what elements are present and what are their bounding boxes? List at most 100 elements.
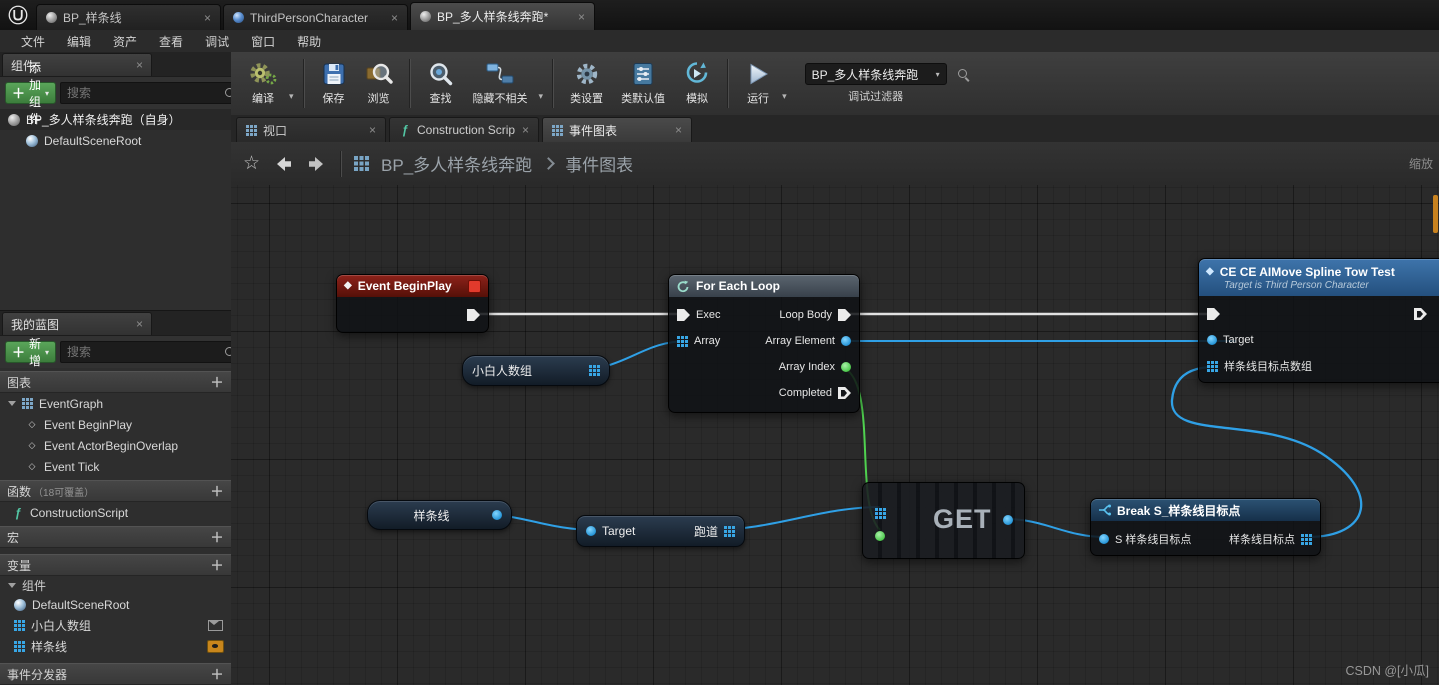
array-out-pin[interactable] [724, 525, 735, 537]
component-item-defaultsceneroot[interactable]: DefaultSceneRoot [0, 130, 231, 151]
add-graph-icon[interactable]: ＋ [210, 376, 224, 389]
category-components[interactable]: 组件 [0, 576, 231, 594]
chevron-down-icon[interactable]: ▾ [537, 91, 546, 102]
close-icon[interactable]: × [391, 12, 398, 24]
exec-in-pin[interactable] [1207, 308, 1220, 320]
my-blueprint-search-input[interactable] [65, 344, 225, 360]
breadcrumb-blueprint[interactable]: BP_多人样条线奔跑 [381, 151, 532, 176]
list-item-event-beginplay[interactable]: ◇ Event BeginPlay [0, 414, 231, 435]
object-out-pin[interactable] [492, 510, 502, 520]
node-var-pawn-array[interactable]: 小白人数组 [462, 355, 610, 386]
struct-in-pin[interactable] [1099, 534, 1109, 544]
node-break-struct[interactable]: Break S_样条线目标点 S 样条线目标点 样条线目标点 [1090, 498, 1321, 556]
section-functions[interactable]: 函数 （18可覆盖） ＋ [0, 480, 231, 502]
find-button[interactable]: 查找 [418, 59, 464, 108]
section-event-dispatchers[interactable]: 事件分发器 ＋ [0, 663, 231, 685]
debug-search-icon[interactable] [957, 68, 970, 81]
close-icon[interactable]: × [204, 12, 211, 24]
list-item-event-actorbeginoverlap[interactable]: ◇ Event ActorBeginOverlap [0, 435, 231, 456]
components-search-input[interactable] [65, 85, 225, 101]
loop-body-exec-pin[interactable] [838, 309, 851, 321]
graph-canvas[interactable]: ◆ Event BeginPlay For Each Loop Exec Loo… [231, 185, 1439, 685]
public-eye-icon[interactable] [207, 640, 224, 653]
tab-viewport[interactable]: 视口 × [236, 117, 386, 142]
add-new-button[interactable]: ＋ 新增 ▾ [5, 337, 57, 368]
add-dispatcher-icon[interactable]: ＋ [210, 668, 224, 681]
list-item-event-tick[interactable]: ◇ Event Tick [0, 456, 231, 477]
hide-unrelated-button[interactable]: 隐藏不相关 [464, 59, 537, 108]
node-for-each-loop[interactable]: For Each Loop Exec Loop Body Array Array… [668, 274, 860, 413]
expander-icon[interactable] [8, 401, 16, 406]
index-in-pin[interactable] [875, 531, 885, 541]
bookmark-star-icon[interactable]: ☆ [243, 154, 260, 173]
element-out-pin[interactable] [1003, 515, 1013, 525]
add-function-icon[interactable]: ＋ [210, 485, 224, 498]
compile-button[interactable]: 编译 [239, 59, 287, 108]
close-icon[interactable]: × [136, 318, 143, 330]
expander-icon[interactable] [8, 582, 16, 588]
node-event-beginplay[interactable]: ◆ Event BeginPlay [336, 274, 489, 333]
close-icon[interactable]: × [578, 11, 585, 23]
spline-points-in-pin[interactable] [1207, 360, 1218, 372]
menu-view[interactable]: 查看 [148, 33, 194, 50]
array-in-pin[interactable] [677, 335, 688, 347]
exec-out-pin[interactable] [467, 309, 480, 321]
asset-tab-thirdperson[interactable]: ThirdPersonCharacter × [223, 4, 408, 30]
close-icon[interactable]: × [675, 124, 682, 136]
add-component-button[interactable]: ＋ 添加组件 ▾ [5, 61, 57, 126]
chevron-down-icon[interactable]: ▾ [780, 91, 789, 102]
browse-button[interactable]: 浏览 [356, 59, 402, 108]
section-graphs[interactable]: 图表 ＋ [0, 371, 231, 393]
menu-edit[interactable]: 编辑 [56, 33, 102, 50]
variable-pawn-array[interactable]: 小白人数组 [0, 615, 231, 636]
completed-exec-pin[interactable] [838, 387, 851, 399]
asset-tab-bp-multi-spline[interactable]: BP_多人样条线奔跑* × [410, 2, 595, 30]
tab-components[interactable]: 组件 × [2, 53, 152, 76]
class-defaults-button[interactable]: 类默认值 [612, 59, 674, 108]
save-button[interactable]: 保存 [312, 59, 356, 108]
list-item-eventgraph[interactable]: EventGraph [0, 393, 231, 414]
close-icon[interactable]: × [369, 124, 376, 136]
play-button[interactable]: 运行 [736, 59, 780, 108]
menu-asset[interactable]: 资产 [102, 33, 148, 50]
variable-defaultsceneroot[interactable]: DefaultSceneRoot [0, 594, 231, 615]
graph-scroll-indicator[interactable] [1433, 195, 1438, 233]
target-in-pin[interactable] [586, 526, 596, 536]
array-in-pin[interactable] [875, 508, 886, 519]
forward-arrow-icon[interactable] [306, 154, 328, 174]
component-root-item[interactable]: BP_多人样条线奔跑（自身） [0, 109, 231, 130]
tab-my-blueprint[interactable]: 我的蓝图 × [2, 312, 152, 335]
back-arrow-icon[interactable] [272, 154, 294, 174]
breadcrumb-current-graph[interactable]: 事件图表 [565, 151, 633, 176]
private-eye-icon[interactable] [208, 620, 223, 631]
struct-out-pin[interactable] [1301, 533, 1312, 545]
array-index-pin[interactable] [841, 362, 851, 372]
tab-construction-script[interactable]: ƒ Construction Scrip × [389, 117, 539, 142]
menu-window[interactable]: 窗口 [240, 33, 286, 50]
menu-file[interactable]: 文件 [10, 33, 56, 50]
tab-event-graph[interactable]: 事件图表 × [542, 117, 692, 142]
variable-spline[interactable]: 样条线 [0, 636, 231, 657]
node-array-get[interactable]: GET [862, 482, 1025, 559]
exec-in-pin[interactable] [677, 309, 690, 321]
node-get-track[interactable]: Target 跑道 [576, 515, 745, 547]
node-var-spline[interactable]: 样条线 [367, 500, 512, 530]
section-variables[interactable]: 变量 ＋ [0, 554, 231, 576]
chevron-down-icon[interactable]: ▾ [287, 91, 296, 102]
array-element-pin[interactable] [841, 336, 851, 346]
array-out-pin[interactable] [589, 365, 600, 376]
close-icon[interactable]: × [522, 124, 529, 136]
simulate-button[interactable]: 模拟 [674, 59, 720, 108]
section-macros[interactable]: 宏 ＋ [0, 526, 231, 548]
debug-object-dropdown[interactable]: BP_多人样条线奔跑 ▾ [804, 63, 947, 85]
add-variable-icon[interactable]: ＋ [210, 559, 224, 572]
menu-debug[interactable]: 调试 [194, 33, 240, 50]
target-in-pin[interactable] [1207, 335, 1217, 345]
class-settings-button[interactable]: 类设置 [561, 59, 612, 108]
list-item-constructionscript[interactable]: ƒ ConstructionScript [0, 502, 231, 523]
node-ai-move-spline[interactable]: ◆ CE CE AIMove Spline Tow Test Target is… [1198, 258, 1439, 383]
menu-help[interactable]: 帮助 [286, 33, 332, 50]
asset-tab-bp-spline[interactable]: BP_样条线 × [36, 4, 221, 30]
close-icon[interactable]: × [136, 59, 143, 71]
exec-out-pin[interactable] [1414, 308, 1427, 320]
